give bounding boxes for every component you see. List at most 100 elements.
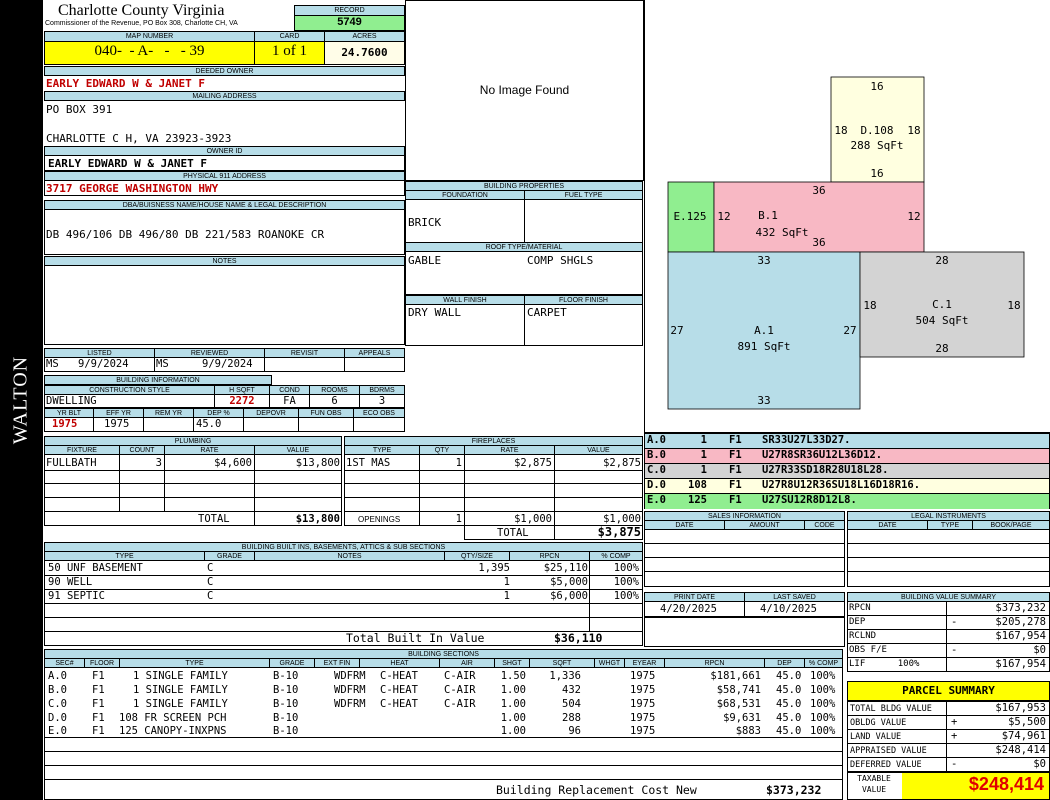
sec-grade: B-10 (273, 670, 299, 682)
openings-label: OPENINGS (358, 515, 401, 524)
svg-text:18: 18 (834, 124, 847, 137)
fireplaces-total: $3,875 (597, 525, 641, 539)
deeded-owner-label: DEEDED OWNER (44, 66, 405, 76)
bvs-row: RCLND $167,954 (847, 629, 1050, 644)
deeded-owner: EARLY EDWARD W & JANET F (46, 77, 205, 90)
reviewed-by: MS (156, 358, 169, 370)
rooms-value: 6 (331, 395, 338, 407)
sec-floor: F1 (92, 670, 105, 682)
taxable-value: $248,414 (968, 774, 1044, 794)
sec-type: 108 FR SCREEN PCH (119, 712, 227, 724)
svg-text:36: 36 (812, 236, 825, 249)
sec-comp: 100% (810, 725, 836, 737)
divider (946, 644, 947, 657)
listed-date: 9/9/2024 (78, 358, 129, 370)
svg-text:27: 27 (843, 324, 856, 337)
svg-text:C.1: C.1 (932, 298, 952, 311)
divider (946, 658, 947, 671)
legend-code: U27R8U12R36SU18L16D18R16. (762, 479, 921, 491)
sec-air: C-AIR (444, 670, 476, 682)
bvs-value: $167,954 (995, 658, 1046, 670)
svg-text:D.108: D.108 (860, 124, 893, 137)
bdrms-value: 3 (378, 395, 386, 407)
roof-material: COMP SHGLS (527, 254, 594, 267)
parcel-sign: + (951, 730, 958, 742)
sec-eyear: 1975 (630, 670, 656, 682)
owner-id: EARLY EDWARD W & JANET F (48, 157, 207, 170)
sec-shgt: 1.00 (500, 684, 526, 696)
fuel-box (524, 199, 643, 243)
svg-text:B.1: B.1 (758, 209, 778, 222)
parcel-value: $248,414 (995, 744, 1046, 756)
parcel-sign: - (951, 758, 958, 770)
sketch-area-c: 28 28 18 18 C.1 504 SqFt (859, 251, 1025, 358)
wall-finish: DRY WALL (408, 306, 461, 319)
sec-sqft: 288 (562, 712, 581, 724)
divider (946, 730, 947, 743)
sec-comp: 100% (810, 698, 836, 710)
sec-grade: B-10 (273, 684, 299, 696)
parcel-row: DEFERRED VALUE - $0 (847, 757, 1050, 772)
sec-type: 1 SINGLE FAMILY (133, 698, 228, 710)
legend-sec: E.0 (647, 494, 666, 506)
sec-id: E.0 (48, 725, 67, 737)
sec-eyear: 1975 (630, 712, 656, 724)
mailing-line-2: CHARLOTTE C H, VA 23923-3923 (46, 132, 232, 145)
sec-extfin: WDFRM (334, 698, 366, 710)
legend-sec: B.0 (647, 449, 666, 461)
sec-sqft: 96 (568, 725, 581, 737)
sales-table (644, 529, 845, 587)
sec-eyear: 1975 (630, 698, 656, 710)
bvs-value: $205,278 (995, 616, 1046, 628)
foundation: BRICK (408, 216, 442, 229)
fireplaces-total-label: TOTAL (497, 527, 529, 539)
sec-floor: F1 (92, 684, 105, 696)
svg-text:36: 36 (812, 184, 825, 197)
sec-rpcn: $58,741 (716, 684, 761, 696)
floor-finish: CARPET (527, 306, 567, 319)
construction-style: DWELLING (46, 395, 97, 407)
openings-qty: 1 (455, 513, 462, 525)
map-number: 040- - A- - - 39 (94, 43, 205, 59)
legend-code: U27R33SD18R28U18L28. (762, 464, 889, 476)
parcel-value: $0 (1033, 758, 1046, 770)
bvs-label: OBS F/E (849, 645, 887, 655)
builtins-total: $36,110 (554, 631, 603, 645)
sec-type: 1 SINGLE FAMILY (133, 684, 228, 696)
sketch-area-d: 16 16 18 18 D.108 288 SqFt (830, 76, 925, 183)
parcel-row: OBLDG VALUE + $5,500 (847, 715, 1050, 730)
county-title: Charlotte County Virginia (58, 2, 225, 19)
legend-count: 125 (688, 494, 707, 506)
sec-air: C-AIR (444, 684, 476, 696)
sec-id: A.0 (48, 670, 67, 682)
builtins-row-type: 90 WELL (48, 576, 93, 588)
parcel-label: DEFERRED VALUE (850, 760, 922, 770)
sec-shgt: 1.00 (500, 725, 526, 737)
sec-shgt: 1.50 (500, 670, 526, 682)
plumbing-total-label: TOTAL (198, 513, 230, 525)
listed-by: MS (46, 358, 59, 370)
sec-type: 125 CANOPY-INXPNS (119, 725, 227, 737)
sec-rpcn: $68,531 (716, 698, 761, 710)
parcel-row: APPRAISED VALUE $248,414 (847, 743, 1050, 758)
legend-row: E.0 125 F1 U27SU12R8D12L8. (645, 494, 1049, 509)
mailing-line-1: PO BOX 391 (46, 103, 113, 116)
legend-floor: F1 (729, 494, 742, 506)
svg-text:18: 18 (863, 299, 876, 312)
bvs-sign: - (951, 644, 958, 656)
sec-extfin: WDFRM (334, 670, 366, 682)
parcel-value: $5,500 (1008, 716, 1046, 728)
sec-grade: B-10 (273, 725, 299, 737)
record-value: 5749 (337, 16, 362, 28)
reviewed-date: 9/9/2024 (202, 358, 253, 370)
sec-sqft: 432 (562, 684, 581, 696)
legend-row: A.0 1 F1 SR33U27L33D27. (645, 434, 1049, 449)
no-image-text: No Image Found (479, 83, 570, 97)
legend-floor: F1 (729, 434, 742, 446)
builtins-row-qty: 1 (503, 576, 510, 588)
yrblt-value: 1975 (52, 418, 78, 430)
sec-id: B.0 (48, 684, 67, 696)
bvs-label: DEP (849, 617, 866, 627)
builtins-row-comp: 100% (613, 576, 639, 588)
sidebar: WALTON (0, 0, 43, 800)
